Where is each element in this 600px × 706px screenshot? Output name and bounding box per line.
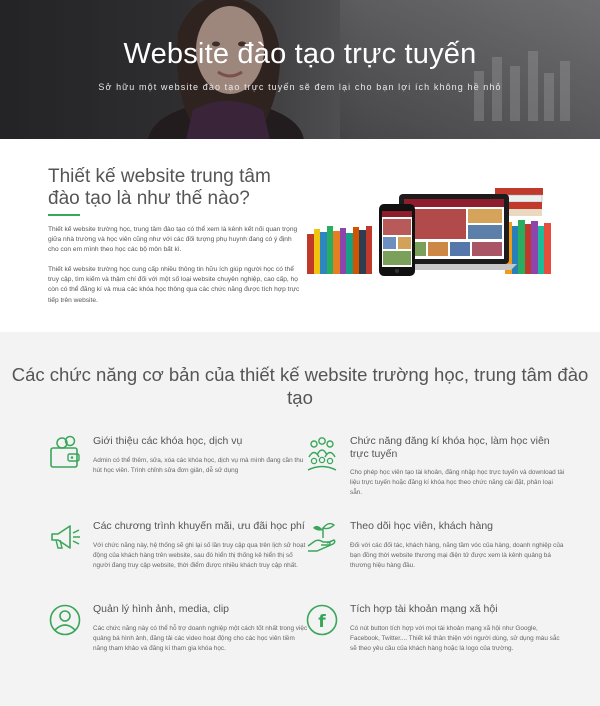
person-circle-icon bbox=[49, 604, 81, 636]
feature-title: Tích hợp tài khoản mạng xã hội bbox=[350, 603, 498, 615]
feature-description: Các chức năng này có thể hỗ trợ doanh ng… bbox=[93, 625, 308, 652]
feature-title: Chức năng đăng kí khóa học, làm học viên… bbox=[350, 435, 550, 460]
feature-description: Cho phép học viên tạo tài khoản, đăng nh… bbox=[350, 469, 565, 496]
hand-plant-icon bbox=[307, 522, 336, 552]
intro-paragraph-1: Thiết kế website trường học, trung tâm đ… bbox=[48, 226, 298, 254]
feature-item: f Tích hợp tài khoản mạng xã hội Có nút … bbox=[305, 603, 560, 673]
feature-title: Giới thiệu các khóa học, dịch vụ bbox=[93, 435, 243, 447]
feature-item: Theo dõi học viên, khách hàng Đối với cá… bbox=[305, 520, 563, 590]
intro-heading: Thiết kế website trung tâm đào tạo là nh… bbox=[48, 166, 271, 209]
hero-banner: Website đào tạo trực tuyến Sở hữu một we… bbox=[0, 0, 600, 139]
hero-title: Website đào tạo trực tuyến bbox=[123, 38, 477, 70]
feature-title: Các chương trình khuyến mãi, ưu đãi học … bbox=[93, 520, 305, 532]
feature-item: Chức năng đăng kí khóa học, làm học viên… bbox=[305, 435, 564, 505]
hero-subtitle: Sở hữu một website đào tạo trực tuyến sẽ… bbox=[98, 82, 502, 92]
feature-item: Quản lý hình ảnh, media, clip Các chức n… bbox=[48, 603, 307, 673]
wallet-icon bbox=[50, 435, 80, 468]
features-section: Các chức năng cơ bản của thiết kế websit… bbox=[0, 332, 600, 706]
feature-item: Giới thiệu các khóa học, dịch vụ Admin c… bbox=[48, 435, 303, 495]
features-heading: Các chức năng cơ bản của thiết kế websit… bbox=[11, 364, 589, 408]
feature-description: Có nút button tích hợp với mọi tài khoản… bbox=[350, 625, 560, 652]
intro-paragraph-2: Thiết kế website trường học cung cấp nhi… bbox=[48, 266, 300, 304]
feature-title: Theo dõi học viên, khách hàng bbox=[350, 520, 494, 532]
books-left bbox=[307, 226, 372, 274]
facebook-icon: f bbox=[306, 604, 338, 636]
heading-underline bbox=[48, 214, 80, 216]
feature-item: Các chương trình khuyến mãi, ưu đãi học … bbox=[48, 520, 305, 590]
feature-description: Admin có thể thêm, sửa, xóa các khóa học… bbox=[93, 457, 304, 474]
group-icon bbox=[307, 437, 337, 471]
feature-description: Với chức năng này, hệ thống sẽ ghi lại s… bbox=[93, 542, 306, 569]
devices-illustration bbox=[307, 188, 551, 276]
feature-description: Đối với các đối tác, khách hàng, năng tầ… bbox=[350, 542, 564, 569]
megaphone-icon bbox=[51, 525, 80, 549]
feature-title: Quản lý hình ảnh, media, clip bbox=[93, 603, 229, 615]
svg-text:f: f bbox=[318, 612, 326, 632]
